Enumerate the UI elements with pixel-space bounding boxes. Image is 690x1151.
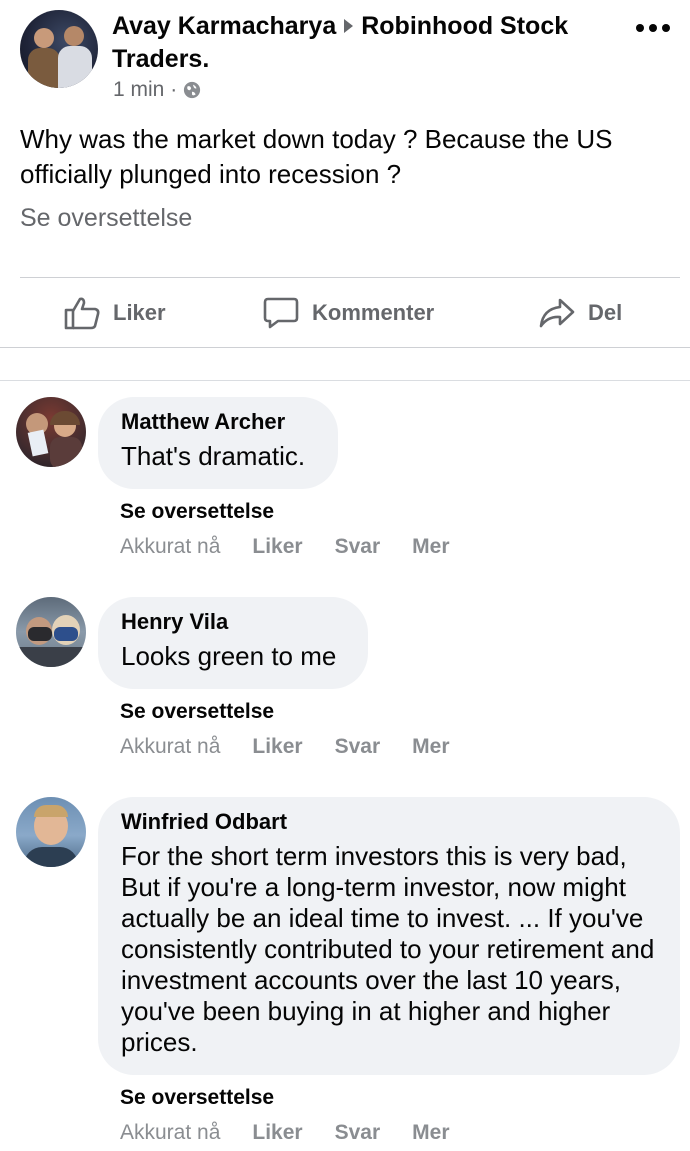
comment-time[interactable]: Akkurat nå	[120, 535, 220, 559]
like-button[interactable]: Liker	[63, 278, 166, 348]
share-label: Del	[588, 300, 623, 325]
arrow-right-icon	[344, 19, 354, 34]
share-arrow-icon	[539, 298, 575, 328]
comment-time[interactable]: Akkurat nå	[120, 1121, 220, 1145]
post-translate-link[interactable]: Se oversettelse	[20, 204, 192, 233]
comment-actions: Akkurat nå Liker Svar Mer	[120, 535, 482, 559]
comment-reply-button[interactable]: Svar	[335, 535, 381, 559]
comment-bubble: Winfried Odbart For the short term inves…	[98, 797, 680, 1075]
comment-actions: Akkurat nå Liker Svar Mer	[120, 735, 482, 759]
commenter-name[interactable]: Winfried Odbart	[121, 808, 656, 835]
comment-bubble: Henry Vila Looks green to me	[98, 597, 368, 689]
comment-like-button[interactable]: Liker	[252, 535, 302, 559]
author-name[interactable]: Avay Karmacharya	[112, 12, 336, 40]
comment-translate-link[interactable]: Se oversettelse	[120, 500, 274, 524]
post-text: Why was the market down today ? Because …	[20, 124, 613, 189]
comment-like-button[interactable]: Liker	[252, 735, 302, 759]
meta-separator: ·	[170, 78, 178, 101]
comment: Henry Vila Looks green to me Se oversett…	[16, 597, 680, 767]
comment-translate-link[interactable]: Se oversettelse	[120, 700, 274, 724]
comment-button[interactable]: Kommenter	[262, 278, 434, 348]
comment-label: Kommenter	[312, 300, 435, 325]
comment-text: For the short term investors this is ver…	[121, 841, 655, 1057]
post-time[interactable]: 1 min	[113, 78, 164, 102]
comment-reply-button[interactable]: Svar	[335, 1121, 381, 1145]
comment-translate-link[interactable]: Se oversettelse	[120, 1086, 274, 1110]
comment-text: That's dramatic.	[121, 441, 306, 471]
globe-icon	[184, 81, 201, 99]
comment-reply-button[interactable]: Svar	[335, 735, 381, 759]
share-button[interactable]: Del	[538, 278, 622, 348]
comment-like-button[interactable]: Liker	[252, 1121, 302, 1145]
comment-bubble: Matthew Archer That's dramatic.	[98, 397, 338, 489]
commenter-name[interactable]: Henry Vila	[121, 608, 344, 635]
commenter-avatar[interactable]	[16, 797, 86, 867]
commenter-avatar[interactable]	[16, 397, 86, 467]
comment-actions: Akkurat nå Liker Svar Mer	[120, 1121, 482, 1145]
more-options-icon[interactable]	[636, 24, 670, 36]
thumbs-up-icon	[64, 297, 100, 330]
comment-text: Looks green to me	[121, 641, 337, 671]
like-label: Liker	[113, 300, 166, 325]
author-avatar[interactable]	[20, 10, 98, 88]
commenter-name[interactable]: Matthew Archer	[121, 408, 314, 435]
comment-more-button[interactable]: Mer	[412, 1121, 449, 1145]
comment-bubble-icon	[263, 297, 299, 329]
post-meta: 1 min ·	[113, 78, 201, 102]
comment: Winfried Odbart For the short term inves…	[16, 797, 680, 1151]
comment-more-button[interactable]: Mer	[412, 735, 449, 759]
section-separator	[0, 348, 690, 381]
commenter-avatar[interactable]	[16, 597, 86, 667]
comment-time[interactable]: Akkurat nå	[120, 735, 220, 759]
comment-more-button[interactable]: Mer	[412, 535, 449, 559]
post-header: Avay Karmacharya Robinhood Stock Traders.…	[20, 8, 670, 108]
post-action-bar: Liker Kommenter Del	[20, 277, 680, 348]
comment: Matthew Archer That's dramatic. Se overs…	[16, 397, 680, 567]
post-title: Avay Karmacharya Robinhood Stock Traders.	[112, 10, 612, 76]
